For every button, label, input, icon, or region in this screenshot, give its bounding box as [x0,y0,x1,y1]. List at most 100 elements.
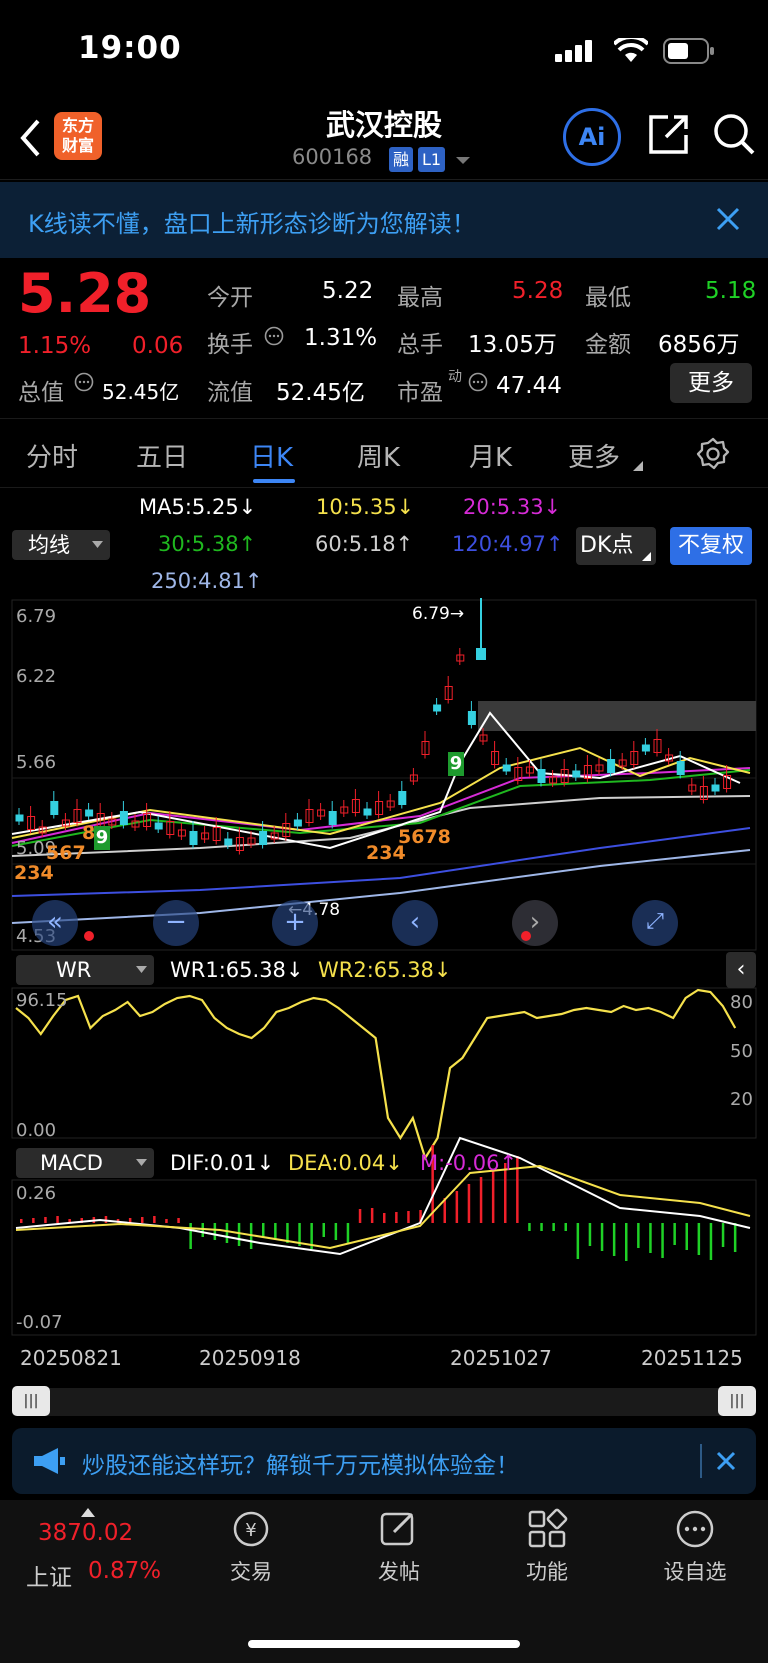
tab-weekly-k[interactable]: 周K [357,437,400,474]
tab-intraday[interactable]: 分时 [26,437,78,474]
margin-tag: 融 [389,147,414,172]
candle-body [363,808,372,816]
macd-bar [346,1223,350,1243]
candle-body [15,814,24,822]
mktcap-value: 52.45亿 [102,380,180,404]
zoom-out-button[interactable]: − [153,900,199,946]
more-info-icon[interactable] [264,326,284,346]
ai-button[interactable]: Ai [563,108,621,166]
scroll-right-button[interactable]: › [512,900,558,946]
tab-more[interactable]: 更多 [568,437,620,474]
fullscreen-button[interactable]: ⤢ [632,900,678,946]
volume-label: 总手 [397,332,443,358]
zoom-in-button[interactable]: + [272,900,318,946]
index-name: 上证 [26,1565,72,1591]
wr-bottom-label: 0.00 [16,1120,57,1141]
post-icon[interactable] [378,1508,420,1550]
scroll-left-button[interactable]: ‹ [392,900,438,946]
macd-bar [213,1223,217,1240]
share-icon[interactable] [646,112,690,156]
index-value[interactable]: 3870.02 [38,1520,133,1546]
status-bar: 19:00 [0,0,768,100]
td-count: 567 [46,842,86,864]
float-label: 流值 [207,380,253,406]
kline-y-label: 6.79 [16,606,57,627]
nav-watchlist[interactable]: 设自选 [645,1556,745,1586]
high-marker: 6.79→ [412,604,465,624]
macd-bar [564,1223,567,1231]
chevron-down-icon[interactable] [455,156,471,166]
adjust-mode-button[interactable]: 不复权 [670,527,752,565]
kline-chart-area[interactable] [0,598,768,1428]
close-icon[interactable] [716,207,740,231]
wr-selector[interactable]: WR [16,955,154,985]
kline-y-label: 6.22 [16,666,57,687]
wr-level-50: 50 [730,1041,753,1062]
trade-icon[interactable]: ¥ [230,1508,272,1550]
stock-code: 600168 [292,145,373,169]
macd-selector[interactable]: MACD [16,1148,154,1178]
megaphone-icon [34,1448,65,1474]
range-slider-track[interactable] [12,1388,756,1416]
tab-five-day[interactable]: 五日 [136,437,188,474]
macd-bar [56,1216,59,1223]
macd-panel [11,1179,757,1336]
macd-bar [661,1223,664,1258]
candle-body [467,711,476,725]
caret-down-icon [136,1159,147,1166]
divider [700,1444,702,1478]
nav-post[interactable]: 发帖 [349,1556,449,1586]
macd-bar [600,1223,604,1251]
ad-banner[interactable]: 炒股还能这样玩？解锁千万元模拟体验金！ [12,1428,756,1494]
up-triangle-icon [81,1508,95,1517]
more-info-icon[interactable] [74,372,94,392]
more-circle-icon[interactable] [674,1508,716,1550]
tab-monthly-k[interactable]: 月K [469,437,512,474]
search-icon[interactable] [712,112,756,156]
td-count: 234 [14,862,54,884]
range-handle-right[interactable]: ||| [718,1386,756,1416]
macd-bar [467,1184,471,1223]
macd-bar [709,1223,713,1260]
nav-functions[interactable]: 功能 [497,1556,597,1586]
period-tabs: 分时 五日 日K 周K 月K 更多 [0,418,768,488]
more-button[interactable]: 更多 [670,363,752,403]
candle-body [224,838,233,846]
active-tab-indicator [253,479,295,483]
high-label: 最高 [397,285,443,311]
close-icon[interactable] [716,1451,736,1471]
svg-text:¥: ¥ [245,1520,256,1541]
functions-icon[interactable] [526,1508,568,1550]
candle-body [328,811,337,825]
macd-selector-label: MACD [40,1151,103,1175]
dk-point-button[interactable]: DK点 [576,527,656,565]
range-handle-left[interactable]: ||| [12,1386,50,1416]
ma60-value: 60:5.18↑ [315,532,414,556]
tab-daily-k[interactable]: 日K [250,437,293,474]
macd-bar [528,1223,531,1231]
red-dot [84,931,94,941]
candle-body [502,764,511,772]
ma-selector[interactable]: 均线 [12,530,110,560]
candle-body [119,811,128,825]
change-percent: 1.15% [18,333,92,359]
macd-bar [44,1217,47,1223]
banner-text: K线读不懂，盘口上新形态诊断为您解读！ [28,210,476,238]
date-label: 20250821 [20,1346,122,1370]
high-value: 5.28 [512,278,564,304]
current-price: 5.28 [18,262,152,325]
kline-y-label: 5.66 [16,752,57,773]
candle-body [711,784,720,792]
nav-trade[interactable]: 交易 [201,1556,301,1586]
macd-bar [395,1212,398,1223]
collapse-panel-button[interactable]: ‹ [726,952,756,988]
promo-banner[interactable]: K线读不懂，盘口上新形态诊断为您解读！ [0,182,768,258]
corner-arrow-icon [642,552,651,561]
more-info-icon[interactable] [468,372,488,392]
change-amount: 0.06 [132,333,184,359]
gear-icon[interactable] [696,437,730,471]
dif-value: DIF:0.01↓ [170,1151,275,1175]
amount-label: 金额 [585,332,631,358]
macd-bar [697,1223,701,1255]
scroll-left-fast-button[interactable]: « [32,900,78,946]
